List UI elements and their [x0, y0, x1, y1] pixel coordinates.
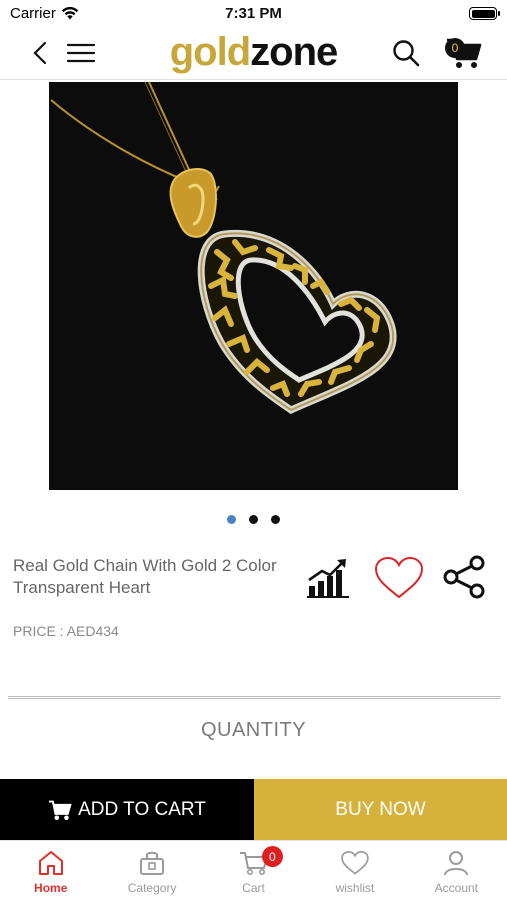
share-button[interactable]: [441, 555, 487, 599]
carousel-dot-2[interactable]: [249, 515, 258, 524]
add-to-cart-button[interactable]: ADD TO CART: [0, 779, 254, 840]
carousel-dot-1[interactable]: [227, 515, 236, 524]
goldzone-logo: goldzone: [169, 30, 339, 74]
heart-pendant-image: [49, 82, 458, 490]
heart-icon: [374, 556, 424, 599]
buy-now-label: BUY NOW: [335, 798, 426, 820]
tab-home-label: Home: [34, 881, 68, 895]
tab-account[interactable]: Account: [406, 841, 507, 900]
carousel-dot-3[interactable]: [271, 515, 280, 524]
status-bar: Carrier 7:31 PM: [0, 0, 507, 26]
tab-wishlist[interactable]: wishlist: [304, 841, 405, 900]
tab-account-label: Account: [434, 881, 478, 895]
tab-category[interactable]: Category: [101, 841, 202, 900]
carousel-indicator: [0, 515, 507, 524]
heart-icon: [341, 850, 369, 875]
home-icon: [38, 851, 63, 875]
category-icon: [140, 851, 165, 875]
search-button[interactable]: [390, 38, 422, 68]
product-title: Real Gold Chain With Gold 2 Color Transp…: [13, 556, 277, 597]
section-divider: [8, 696, 501, 699]
bar-chart-trend-icon: [307, 559, 349, 598]
quantity-label: QUANTITY: [200, 719, 307, 741]
product-price: PRICE : AED434: [13, 623, 119, 639]
header-cart-button[interactable]: 0: [443, 34, 485, 72]
buy-now-button[interactable]: BUY NOW: [254, 779, 507, 840]
account-icon: [444, 851, 469, 876]
tab-home[interactable]: Home: [0, 841, 101, 900]
bottom-tab-bar: Home Category Cart 0 wishlist Account: [0, 840, 507, 900]
search-icon: [393, 40, 420, 67]
clock: 7:31 PM: [225, 5, 282, 22]
share-icon: [443, 555, 485, 599]
product-image[interactable]: [49, 82, 458, 490]
top-navigation-bar: goldzone 0: [0, 26, 507, 80]
price-chart-button[interactable]: [305, 555, 351, 599]
cart-tab-badge: 0: [261, 846, 283, 867]
add-to-cart-label: ADD TO CART: [78, 798, 206, 820]
wishlist-button[interactable]: [373, 555, 425, 601]
cart-icon: [49, 800, 72, 820]
tab-cart[interactable]: Cart 0: [203, 841, 304, 900]
cart-count-badge: 0: [445, 38, 465, 58]
tab-cart-label: Cart: [242, 881, 265, 895]
battery-icon: [469, 7, 500, 20]
tab-category-label: Category: [127, 881, 177, 895]
tab-wishlist-label: wishlist: [335, 881, 375, 895]
